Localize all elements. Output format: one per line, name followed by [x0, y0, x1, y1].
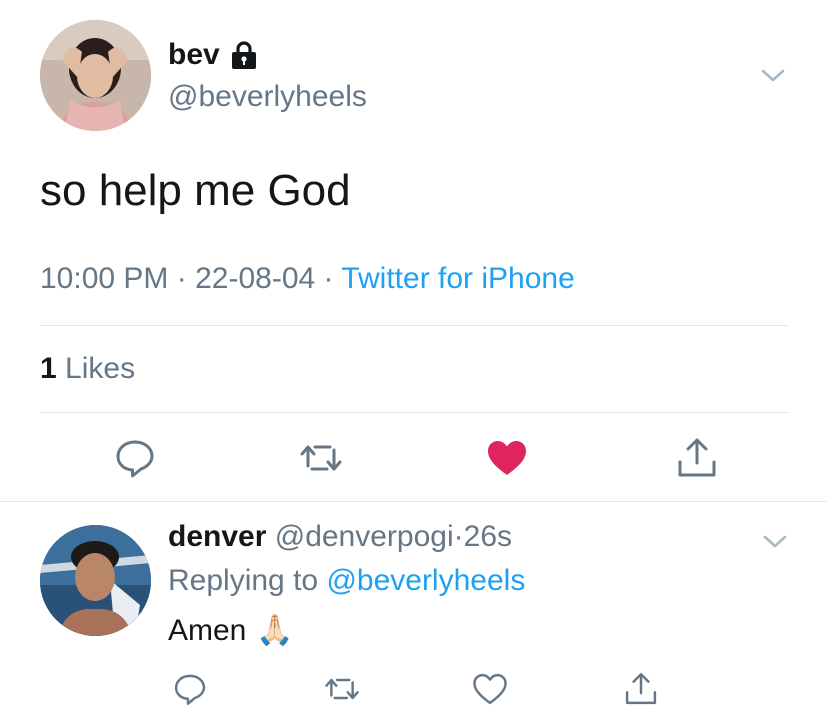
replying-to-link[interactable]: @beverlyheels	[326, 564, 525, 597]
reply-icon[interactable]	[172, 671, 208, 707]
display-name[interactable]: bev	[168, 38, 220, 72]
tweet-time: 10:00 PM	[40, 262, 169, 295]
reply-text-row: Amen 🙏🏻	[168, 613, 294, 648]
replying-to: Replying to @beverlyheels	[168, 564, 525, 598]
reply-text: Amen	[168, 613, 247, 647]
share-icon[interactable]	[623, 671, 659, 707]
avatar-photo	[40, 20, 151, 131]
divider	[40, 412, 788, 413]
lock-icon	[231, 41, 256, 69]
tweet-source-link[interactable]: Twitter for iPhone	[341, 262, 574, 295]
replying-prefix: Replying to	[168, 564, 319, 597]
retweet-icon[interactable]	[324, 671, 360, 707]
meta-separator: ·	[176, 262, 187, 295]
reply-icon[interactable]	[113, 436, 157, 480]
heart-icon[interactable]	[485, 436, 529, 480]
reply-display-name[interactable]: denver	[168, 520, 266, 553]
reply-avatar-photo	[40, 525, 151, 636]
likes-count[interactable]: 1 Likes	[40, 352, 135, 386]
tweet-meta: 10:00 PM · 22-08-04 · Twitter for iPhone	[40, 262, 575, 296]
user-handle[interactable]: @beverlyheels	[168, 80, 367, 114]
tweet-date: 22-08-04	[195, 262, 316, 295]
reply-header: denver @denverpogi·26s	[168, 520, 512, 554]
display-name-row: bev	[168, 38, 258, 72]
share-icon[interactable]	[675, 436, 719, 480]
retweet-icon[interactable]	[299, 436, 343, 480]
reply-age: 26s	[463, 520, 513, 553]
chevron-down-icon[interactable]	[760, 62, 786, 88]
reply-avatar[interactable]	[40, 525, 151, 636]
tweet-text: so help me God	[40, 166, 351, 215]
chevron-down-icon[interactable]	[762, 528, 788, 554]
heart-icon[interactable]	[472, 671, 508, 707]
likes-label: Likes	[65, 352, 136, 385]
divider	[0, 501, 827, 502]
reply-handle[interactable]: @denverpogi	[275, 520, 454, 553]
meta-separator: ·	[323, 262, 334, 295]
divider	[40, 325, 788, 326]
meta-separator: ·	[453, 520, 464, 553]
folded-hands-emoji: 🙏🏻	[256, 614, 294, 647]
avatar[interactable]	[40, 20, 151, 131]
likes-number: 1	[40, 352, 57, 385]
